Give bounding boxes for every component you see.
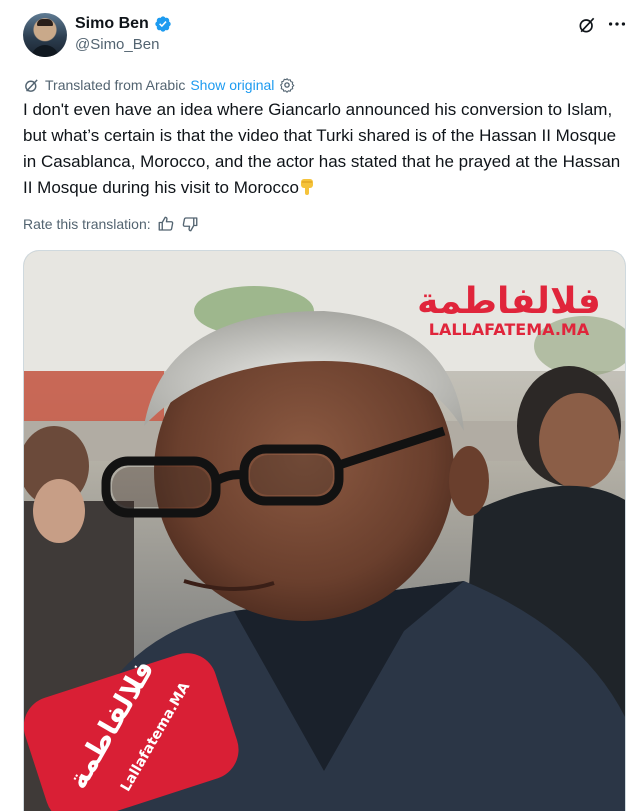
author-display-name[interactable]: Simo Ben (75, 15, 149, 33)
tweet-header: Simo Ben @Simo_Ben (0, 0, 640, 70)
thumbs-up-icon[interactable] (157, 215, 175, 233)
tweet-text: I don't even have an idea where Giancarl… (23, 97, 633, 201)
author-handle[interactable]: @Simo_Ben (75, 36, 159, 53)
watermark-latin: LALLAFATEMA.MA (429, 320, 590, 339)
avatar[interactable] (23, 13, 67, 57)
more-icon[interactable] (606, 13, 628, 35)
translate-icon (25, 78, 38, 92)
verified-badge-icon (155, 16, 171, 32)
video-media[interactable]: فلالفاطمة LALLAFATEMA.MA فلالفاطمة Lalla… (23, 250, 626, 811)
author-name-row[interactable]: Simo Ben (75, 13, 172, 35)
watermark-arabic: فلالفاطمة (417, 281, 601, 322)
rate-translation: Rate this translation: (23, 214, 199, 234)
tweet-body: I don't even have an idea where Giancarl… (23, 100, 621, 197)
translation-info: Translated from Arabic Show original (23, 75, 295, 95)
settings-icon[interactable] (279, 77, 295, 93)
thumbs-down-icon[interactable] (181, 215, 199, 233)
rate-label: Rate this translation: (23, 216, 151, 232)
pointing-down-emoji (300, 179, 313, 195)
show-original-link[interactable]: Show original (190, 77, 274, 93)
grok-icon[interactable] (577, 15, 597, 35)
video-frame: فلالفاطمة LALLAFATEMA.MA فلالفاطمة Lalla… (24, 251, 625, 811)
translation-label: Translated from Arabic (45, 77, 186, 93)
